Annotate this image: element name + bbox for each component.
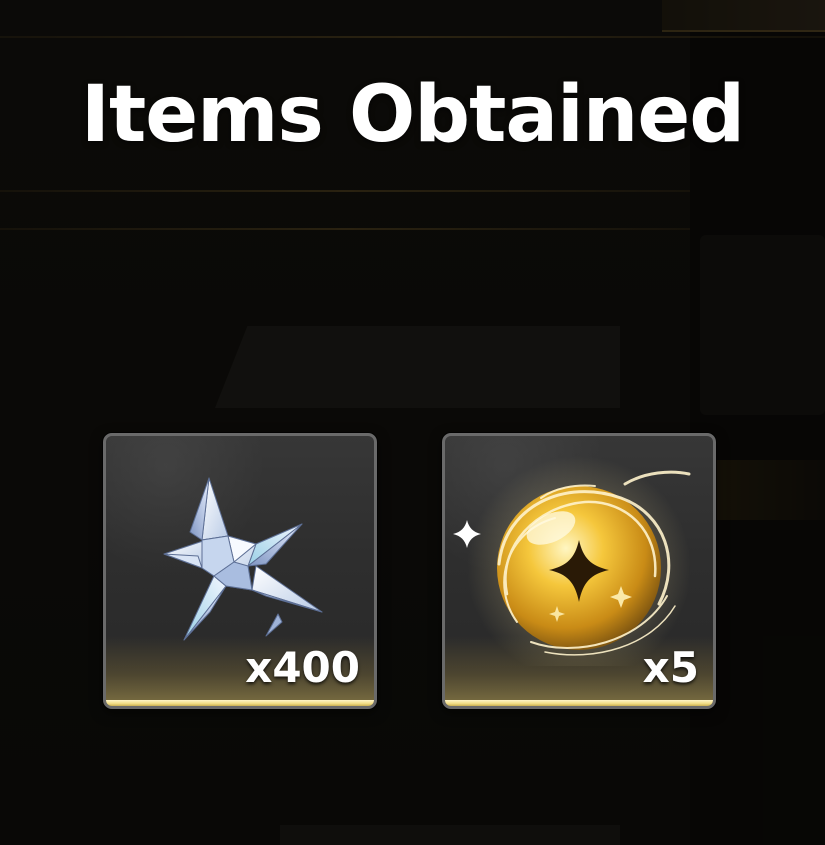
card-gold-rule — [445, 700, 713, 706]
crystal-star-icon — [163, 477, 323, 641]
item-card-orb[interactable]: x5 — [442, 433, 716, 709]
items-obtained-screen[interactable]: Items Obtained x400 x5 — [0, 0, 825, 845]
item-card-crystal[interactable]: x400 — [103, 433, 377, 709]
golden-orb-icon — [453, 456, 691, 666]
item-quantity: x400 — [245, 643, 360, 692]
dialog-title: Items Obtained — [80, 70, 745, 160]
obtained-items-list: x400 x5 — [0, 433, 825, 713]
item-quantity: x5 — [642, 643, 699, 692]
card-gold-rule — [106, 700, 374, 706]
